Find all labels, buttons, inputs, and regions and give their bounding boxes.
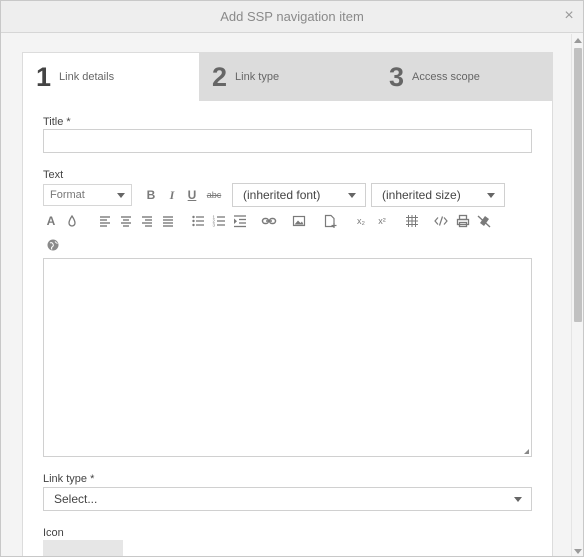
- text-label: Text: [43, 169, 64, 181]
- font-size-select-value: (inherited size): [382, 188, 461, 202]
- link-type-label: Link type *: [43, 473, 95, 485]
- insert-document-icon[interactable]: [322, 213, 338, 229]
- step-access-scope[interactable]: 3 Access scope: [375, 53, 552, 101]
- scroll-down-icon[interactable]: [574, 549, 582, 554]
- step-label: Link type: [235, 71, 280, 83]
- rich-text-editor[interactable]: [43, 258, 532, 457]
- step-number: 2: [212, 61, 228, 92]
- chevron-down-icon: [348, 193, 356, 198]
- chevron-down-icon: [514, 497, 522, 502]
- close-icon[interactable]: ×: [561, 7, 577, 25]
- background-color-icon[interactable]: [64, 213, 80, 229]
- source-code-icon[interactable]: [433, 213, 449, 229]
- bullet-list-icon[interactable]: [190, 213, 206, 229]
- icon-picker[interactable]: [43, 540, 123, 556]
- wizard-steps: 1 Link details 2 Link type 3 Access scop…: [23, 53, 552, 101]
- indent-icon[interactable]: [232, 213, 248, 229]
- chevron-down-icon: [487, 193, 495, 198]
- step-label: Access scope: [412, 71, 480, 83]
- wizard-panel: 1 Link details 2 Link type 3 Access scop…: [22, 52, 553, 556]
- align-justify-icon[interactable]: [160, 213, 176, 229]
- step-label: Link details: [59, 71, 115, 83]
- image-icon[interactable]: [291, 213, 307, 229]
- link-type-select-value: Select...: [54, 492, 98, 506]
- format-select[interactable]: Format: [43, 184, 132, 206]
- align-center-icon[interactable]: [118, 213, 134, 229]
- vertical-scrollbar[interactable]: [571, 34, 583, 556]
- title-input[interactable]: [43, 129, 532, 153]
- step-number: 1: [36, 61, 52, 92]
- font-family-select-value: (inherited font): [243, 188, 321, 202]
- underline-icon[interactable]: U: [184, 187, 200, 203]
- strikethrough-icon[interactable]: abc: [204, 187, 224, 203]
- link-type-select[interactable]: Select...: [43, 487, 532, 511]
- font-size-select[interactable]: (inherited size): [371, 183, 505, 207]
- dialog-title: Add SSP navigation item: [220, 9, 364, 24]
- step-link-type[interactable]: 2 Link type: [199, 53, 375, 101]
- bold-icon[interactable]: B: [143, 187, 159, 203]
- font-family-select[interactable]: (inherited font): [232, 183, 366, 207]
- svg-text:3: 3: [213, 223, 216, 228]
- step-number: 3: [389, 61, 405, 92]
- subscript-icon[interactable]: x₂: [352, 213, 370, 229]
- link-icon[interactable]: [261, 213, 277, 229]
- print-icon[interactable]: [455, 213, 471, 229]
- scroll-up-icon[interactable]: [574, 38, 582, 43]
- italic-icon[interactable]: I: [164, 187, 180, 203]
- numbered-list-icon[interactable]: 123: [211, 213, 227, 229]
- align-right-icon[interactable]: [139, 213, 155, 229]
- icon-label: Icon: [43, 527, 64, 539]
- scrollbar-thumb[interactable]: [574, 48, 582, 322]
- resize-handle-icon[interactable]: [524, 449, 529, 454]
- superscript-icon[interactable]: x²: [373, 213, 391, 229]
- align-left-icon[interactable]: [97, 213, 113, 229]
- table-icon[interactable]: [404, 213, 420, 229]
- font-color-icon[interactable]: A: [43, 213, 59, 229]
- format-select-value: Format: [50, 189, 85, 201]
- step-link-details[interactable]: 1 Link details: [23, 53, 199, 101]
- clear-format-icon[interactable]: [476, 213, 492, 229]
- add-navigation-item-dialog: Add SSP navigation item × 1 Link details…: [0, 0, 584, 557]
- dialog-titlebar: Add SSP navigation item ×: [1, 1, 583, 33]
- globe-icon[interactable]: [45, 237, 61, 253]
- chevron-down-icon: [117, 193, 125, 198]
- title-label: Title *: [43, 116, 71, 128]
